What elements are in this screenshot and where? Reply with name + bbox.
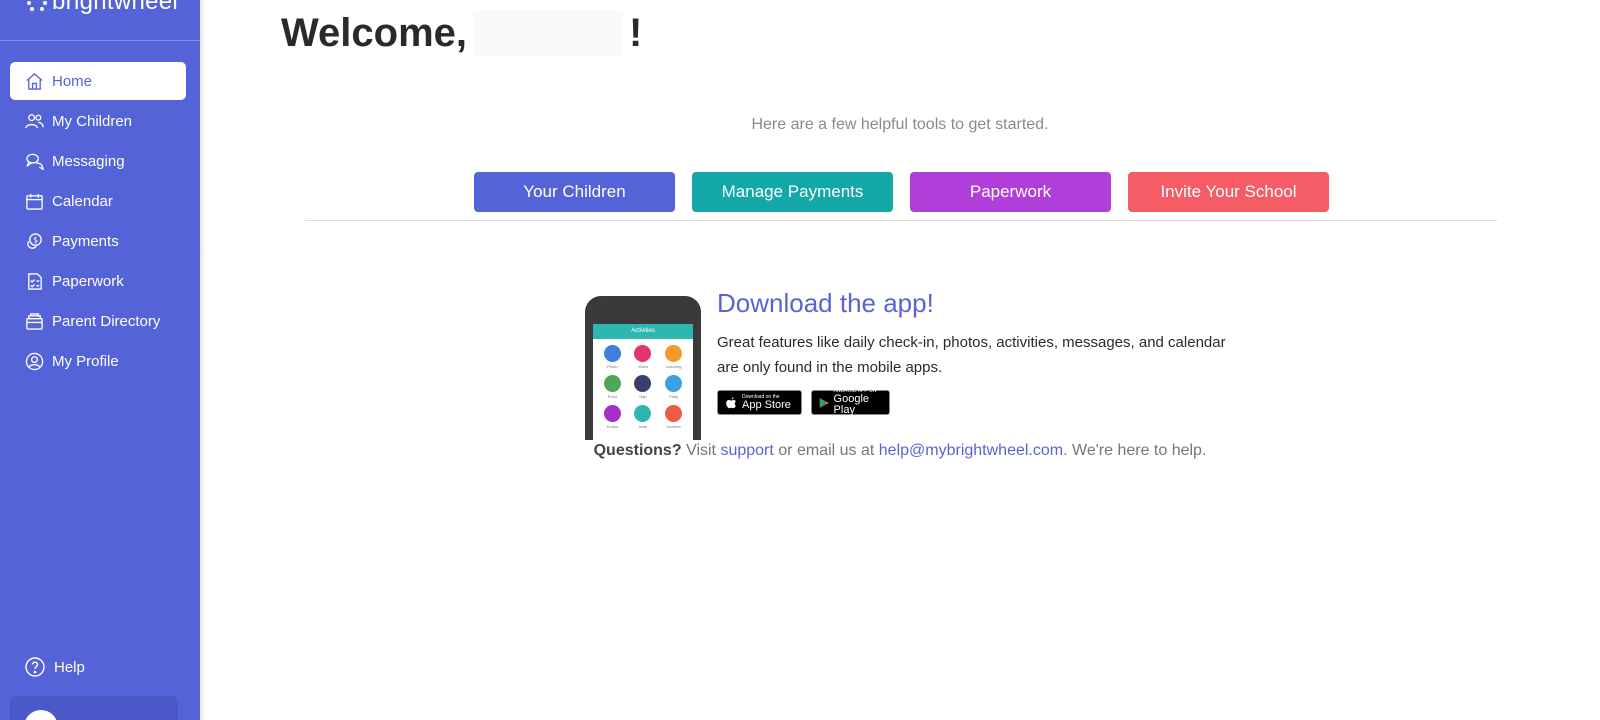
phone-app-item: Video [628,345,659,369]
subtitle: Here are a few helpful tools to get star… [751,116,1049,133]
questions-footer: Questions? Visit support or email us at … [200,442,1600,460]
people-icon [24,111,44,131]
phone-app-item: Potty [658,375,689,399]
apple-icon [726,396,736,408]
brand-name: brightwheel [52,0,179,15]
phone-app-item: Incident [658,405,689,429]
chat-icon [24,151,44,171]
sidebar-item-label: Paperwork [52,272,124,290]
user-circle-icon [24,351,44,371]
calendar-icon [24,191,44,211]
phone-frame: Activities Photo Video Learning Food Nap Pott… [585,296,701,440]
phone-app-label: Potty [669,394,679,399]
phone-app-icon [634,345,652,362]
phone-app-item: Photo [597,345,628,369]
tool-buttons: Your Children Manage Payments Paperwork … [474,172,1329,212]
phone-app-item: Nap [628,375,659,399]
phone-app-label: Note [638,424,648,429]
sidebar-item-label: Parent Directory [52,312,161,330]
phone-app-label: Incident [666,424,681,429]
sidebar-item-messaging[interactable]: Messaging [10,142,186,180]
phone-app-icon [634,405,652,422]
google-play-badge[interactable]: ANDROID APP ON Google Play [811,389,890,416]
sidebar-item-home[interactable]: Home [10,62,186,100]
google-play-icon [819,397,829,408]
phone-app-item: Food [597,375,628,399]
phone-app-label: Kudos [606,424,618,429]
sidebar-item-payments[interactable]: $ Payments [10,222,186,260]
sidebar-nav: Home My Children Messaging Calendar $ Pa… [10,62,186,382]
svg-text:$: $ [33,235,38,244]
support-link[interactable]: support [720,442,773,459]
phone-app-label: Food [607,394,617,399]
sidebar-shadow [200,0,206,720]
welcome-prefix: Welcome, [281,10,467,55]
sidebar-item-label: Payments [52,232,119,250]
phone-image: Activities Photo Video Learning Food Nap Pott… [568,290,718,440]
help-link[interactable]: Help [24,656,85,678]
sidebar: brightwheel Home My Children Messaging C… [0,0,200,720]
phone-app-item: Learning [658,345,689,369]
phone-app-icon [603,375,621,392]
account-card[interactable] [10,696,178,720]
sidebar-item-label: My Children [52,112,133,130]
phone-app-item: Kudos [597,405,628,429]
sidebar-item-my-children[interactable]: My Children [10,102,186,140]
sidebar-divider [0,40,200,41]
phone-app-icon [603,405,621,422]
phone-app-label: Photo [607,364,618,369]
help-label: Help [54,658,85,676]
phone-app-icon [665,375,683,392]
phone-app-item: Note [628,405,659,429]
invite-your-school-button[interactable]: Invite Your School [1128,172,1329,212]
phone-app-label: Video [637,364,649,369]
closing-text: . We're here to help. [1063,442,1207,459]
download-title: Download the app! [717,288,934,318]
sidebar-item-paperwork[interactable]: Paperwork [10,262,186,300]
avatar[interactable] [24,710,58,720]
sidebar-item-label: Messaging [52,152,125,170]
phone-app-grid: Photo Video Learning Food Nap Potty Kudos Note I… [593,339,693,435]
phone-screen: Activities Photo Video Learning Food Nap Pott… [593,324,693,440]
google-play-big-text: Google Play [833,393,870,416]
welcome-suffix: ! [629,10,643,55]
app-store-badge[interactable]: Download on the App Store [717,390,802,415]
download-description: Great features like daily check-in, phot… [717,334,1226,376]
sidebar-item-label: Calendar [52,192,113,210]
phone-app-icon [634,375,652,392]
phone-header: Activities [593,324,693,339]
section-divider [305,220,1497,221]
user-name-redacted [473,10,623,56]
sidebar-item-calendar[interactable]: Calendar [10,182,186,220]
phone-app-label: Learning [665,364,682,369]
phone-app-icon [665,345,683,362]
sidebar-item-my-profile[interactable]: My Profile [10,342,186,380]
app-store-big-text: App Store [742,398,791,411]
page-title: Welcome, ! [281,10,642,56]
sidebar-item-parent-directory[interactable]: Parent Directory [10,302,186,340]
your-children-button[interactable]: Your Children [474,172,675,212]
folder-icon [24,311,44,331]
brand-logo[interactable]: brightwheel [26,0,178,16]
question-circle-icon [24,656,46,678]
email-text: or email us at [778,442,875,459]
paperwork-button[interactable]: Paperwork [910,172,1111,212]
phone-app-icon [603,345,621,362]
home-icon [24,71,44,91]
visit-text: Visit [686,442,716,459]
document-check-icon [24,271,44,291]
sidebar-item-label: Home [52,72,93,90]
manage-payments-button[interactable]: Manage Payments [692,172,893,212]
phone-app-label: Nap [639,394,647,399]
store-badges: Download on the App Store ANDROID APP ON… [717,389,890,416]
email-link[interactable]: help@mybrightwheel.com [879,442,1063,459]
brightwheel-logo-icon [27,1,47,11]
dollar-coins-icon: $ [24,231,44,251]
sidebar-item-label: My Profile [52,352,119,370]
questions-label: Questions? [593,442,682,459]
phone-app-icon [665,405,683,422]
